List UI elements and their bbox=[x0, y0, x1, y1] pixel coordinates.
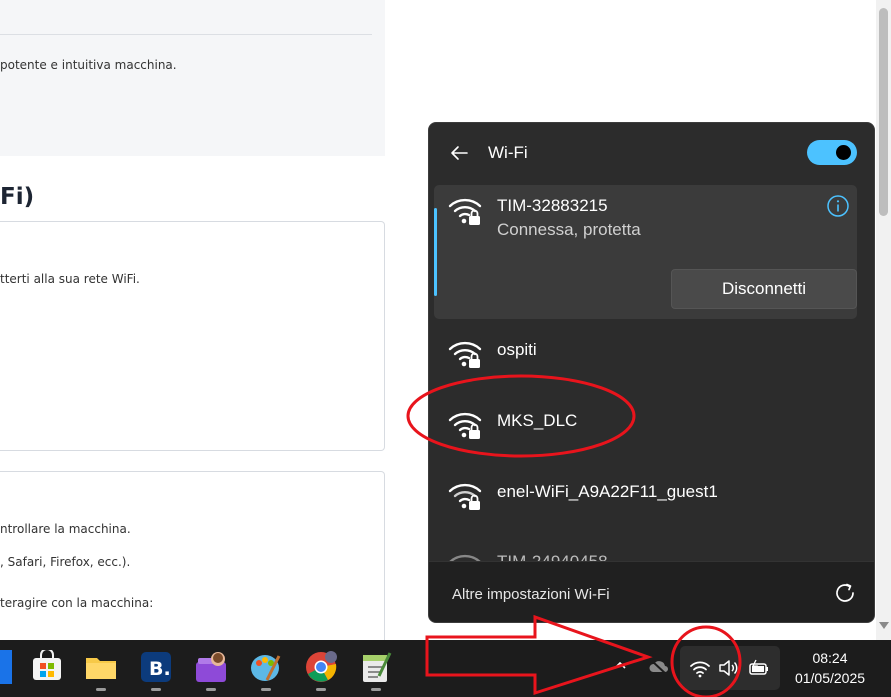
wifi-flyout: Wi-Fi TIM-32883215 Connessa, protetta Di… bbox=[428, 122, 875, 623]
back-arrow-icon[interactable] bbox=[447, 141, 471, 165]
running-indicator bbox=[316, 688, 326, 691]
wifi-icon bbox=[690, 661, 710, 678]
refresh-icon[interactable] bbox=[833, 581, 857, 605]
toggle-knob bbox=[836, 145, 851, 160]
running-indicator bbox=[151, 688, 161, 691]
chrome-icon bbox=[306, 651, 337, 682]
content-box: ntrollare la macchina. , Safari, Firefox… bbox=[0, 471, 385, 646]
disconnect-button[interactable]: Disconnetti bbox=[671, 269, 857, 309]
divider bbox=[0, 34, 372, 35]
folder-icon bbox=[86, 658, 116, 679]
booking-logo-icon: B. bbox=[141, 652, 171, 682]
wifi-secure-icon bbox=[448, 198, 482, 225]
file-explorer-icon[interactable] bbox=[84, 650, 118, 691]
taskbar-clock[interactable]: 08:24 01/05/2025 bbox=[785, 648, 875, 688]
selected-indicator bbox=[434, 208, 437, 296]
palette-icon bbox=[251, 655, 281, 681]
info-card: potente e intuitiva macchina. bbox=[0, 0, 385, 156]
connected-network-card[interactable]: TIM-32883215 Connessa, protetta Disconne… bbox=[434, 185, 857, 319]
scrollbar-thumb[interactable] bbox=[879, 8, 888, 216]
clock-time: 08:24 bbox=[812, 650, 848, 666]
box-text: tterti alla sua rete WiFi. bbox=[0, 272, 140, 286]
more-wifi-settings-link[interactable]: Altre impostazioni Wi-Fi bbox=[452, 586, 610, 603]
box-text: , Safari, Firefox, ecc.). bbox=[0, 555, 131, 569]
network-name: enel-WiFi_A9A22F11_guest1 bbox=[497, 482, 718, 501]
wifi-secure-icon bbox=[448, 341, 482, 368]
wifi-toggle[interactable] bbox=[807, 140, 857, 165]
scroll-down-arrow[interactable] bbox=[879, 622, 889, 629]
connected-network-name: TIM-32883215 bbox=[497, 196, 608, 215]
wifi-secure-icon bbox=[448, 412, 482, 439]
volume-icon bbox=[719, 660, 738, 676]
network-name: MKS_DLC bbox=[497, 411, 578, 430]
connection-status: Connessa, protetta bbox=[497, 220, 641, 239]
notepad-app-icon[interactable] bbox=[359, 650, 393, 691]
onedrive-icon[interactable] bbox=[648, 657, 670, 677]
box-text: teragire con la macchina: bbox=[0, 596, 154, 610]
taskbar: B. 08:24 01/05/2025 bbox=[0, 640, 891, 697]
box-text: ntrollare la macchina. bbox=[0, 522, 131, 536]
info-icon[interactable] bbox=[826, 194, 850, 218]
flyout-header: Wi-Fi bbox=[429, 123, 874, 183]
stack-icon bbox=[196, 652, 226, 682]
content-box: tterti alla sua rete WiFi. bbox=[0, 221, 385, 451]
flyout-title: Wi-Fi bbox=[488, 143, 528, 162]
running-indicator bbox=[96, 688, 106, 691]
card-text: potente e intuitiva macchina. bbox=[0, 58, 177, 72]
network-name: ospiti bbox=[497, 340, 537, 359]
microsoft-store-icon[interactable] bbox=[30, 650, 64, 684]
clock-date: 01/05/2025 bbox=[794, 670, 866, 686]
running-indicator bbox=[206, 688, 216, 691]
stack-app-icon[interactable] bbox=[194, 650, 228, 691]
network-name: TIM-24940458 bbox=[497, 552, 608, 561]
page-scrollbar[interactable] bbox=[876, 0, 891, 640]
battery-charging-icon bbox=[749, 659, 768, 675]
section-heading: Fi) bbox=[0, 184, 35, 210]
start-button[interactable] bbox=[0, 650, 12, 684]
paint-app-icon[interactable] bbox=[249, 650, 283, 691]
wifi-secure-icon bbox=[449, 554, 481, 561]
notepad-icon bbox=[363, 652, 392, 682]
flyout-footer: Altre impostazioni Wi-Fi bbox=[429, 561, 874, 622]
system-tray-group[interactable] bbox=[680, 646, 780, 690]
wifi-secure-icon bbox=[448, 483, 482, 510]
booking-app-icon[interactable]: B. bbox=[139, 650, 173, 691]
running-indicator bbox=[371, 688, 381, 691]
network-list: TIM-32883215 Connessa, protetta Disconne… bbox=[434, 185, 857, 561]
chevron-up-icon[interactable] bbox=[612, 658, 628, 674]
chrome-app-icon[interactable] bbox=[304, 650, 338, 691]
running-indicator bbox=[261, 688, 271, 691]
svg-text:B.: B. bbox=[149, 658, 171, 680]
